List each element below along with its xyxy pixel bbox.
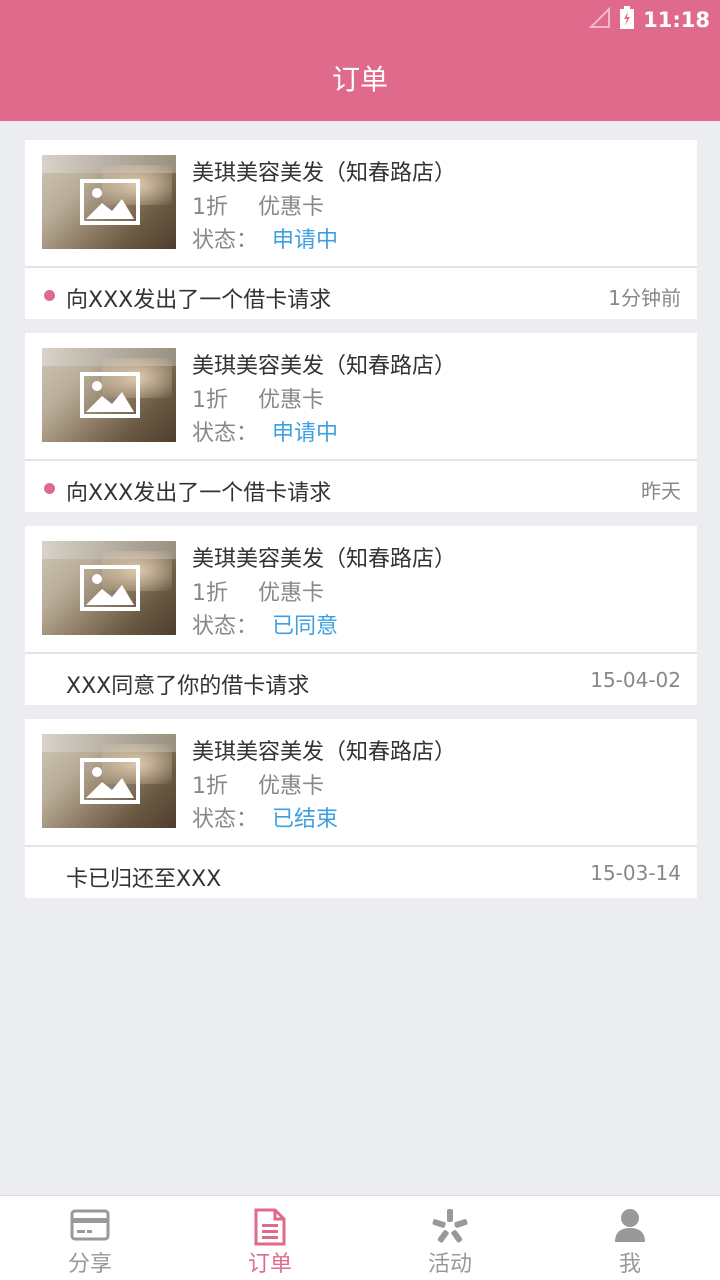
clock-time: 11:18 (643, 8, 710, 32)
order-card-message: 向XXX发出了一个借卡请求 昨天 (25, 463, 697, 512)
discount-row: 1折 优惠卡 (192, 575, 324, 607)
status-row: 状态： 申请中 (192, 222, 338, 254)
image-placeholder-icon (80, 372, 140, 418)
pinwheel-icon (432, 1209, 468, 1243)
status-label: 状态： (192, 421, 259, 446)
image-placeholder-icon (80, 179, 140, 225)
status-value: 已结束 (272, 807, 339, 832)
unread-dot (44, 483, 55, 494)
document-icon (254, 1208, 286, 1246)
tab-label: 活动 (427, 1252, 472, 1277)
order-card[interactable]: 美琪美容美发（知春路店） 1折 优惠卡 状态： 已结束 卡已归还至XXX 15-03… (25, 719, 697, 898)
shop-name: 美琪美容美发（知春路店） (192, 547, 457, 572)
shop-thumbnail (42, 734, 176, 828)
image-placeholder-icon (80, 758, 140, 804)
shop-thumbnail (42, 348, 176, 442)
status-value: 申请中 (272, 228, 339, 253)
order-card-info: 美琪美容美发（知春路店） 1折 优惠卡 状态： 已同意 (25, 526, 697, 654)
order-card-message: XXX同意了你的借卡请求 15-04-02 (25, 656, 697, 705)
message-time: 1分钟前 (608, 286, 681, 310)
order-card-info: 美琪美容美发（知春路店） 1折 优惠卡 状态： 申请中 (25, 333, 697, 461)
message-time: 15-03-14 (590, 861, 681, 885)
card-type: 优惠卡 (258, 774, 325, 799)
discount-value: 1折 (192, 581, 228, 606)
message-time: 15-04-02 (590, 668, 681, 692)
tab-activities[interactable]: 活动 (360, 1196, 540, 1280)
status-row: 状态： 申请中 (192, 415, 338, 447)
page-title: 订单 (331, 63, 388, 96)
battery-icon (619, 6, 635, 34)
status-value: 已同意 (272, 614, 339, 639)
order-card[interactable]: 美琪美容美发（知春路店） 1折 优惠卡 状态： 申请中 向XXX发出了一个借卡请求 … (25, 333, 697, 512)
unread-dot (44, 290, 55, 301)
tab-label: 订单 (247, 1252, 292, 1277)
card-type: 优惠卡 (258, 195, 325, 220)
status-row: 状态： 已同意 (192, 608, 338, 640)
person-icon (615, 1209, 645, 1242)
signal-icon (588, 6, 611, 33)
discount-row: 1折 优惠卡 (192, 382, 324, 414)
status-value: 申请中 (272, 421, 339, 446)
status-label: 状态： (192, 807, 259, 832)
app-header: 11:18 订单 (0, 0, 720, 121)
status-row: 状态： 已结束 (192, 801, 338, 833)
message-text: XXX同意了你的借卡请求 (66, 674, 310, 699)
status-bar: 11:18 (588, 6, 710, 34)
shop-name: 美琪美容美发（知春路店） (192, 161, 457, 186)
shop-thumbnail (42, 155, 176, 249)
image-placeholder-icon (80, 565, 140, 611)
status-label: 状态： (192, 614, 259, 639)
message-text: 向XXX发出了一个借卡请求 (66, 288, 332, 313)
discount-value: 1折 (192, 388, 228, 413)
order-card-info: 美琪美容美发（知春路店） 1折 优惠卡 状态： 申请中 (25, 140, 697, 268)
order-card[interactable]: 美琪美容美发（知春路店） 1折 优惠卡 状态： 已同意 XXX同意了你的借卡请求 1… (25, 526, 697, 705)
tab-label: 分享 (67, 1252, 112, 1277)
discount-value: 1折 (192, 195, 228, 220)
shop-thumbnail (42, 541, 176, 635)
tab-orders[interactable]: 订单 (180, 1196, 360, 1280)
discount-row: 1折 优惠卡 (192, 189, 324, 221)
shop-name: 美琪美容美发（知春路店） (192, 740, 457, 765)
order-card-message: 卡已归还至XXX 15-03-14 (25, 849, 697, 898)
status-label: 状态： (192, 228, 259, 253)
card-icon (70, 1209, 110, 1241)
tab-label: 我 (618, 1252, 641, 1277)
order-list: 美琪美容美发（知春路店） 1折 优惠卡 状态： 申请中 向XXX发出了一个借卡请求 … (25, 140, 697, 912)
order-card-info: 美琪美容美发（知春路店） 1折 优惠卡 状态： 已结束 (25, 719, 697, 847)
bottom-tab-bar: 分享 订单 活动 我 (0, 1195, 720, 1280)
card-type: 优惠卡 (258, 581, 325, 606)
message-time: 昨天 (641, 479, 681, 503)
order-card[interactable]: 美琪美容美发（知春路店） 1折 优惠卡 状态： 申请中 向XXX发出了一个借卡请求 … (25, 140, 697, 319)
discount-value: 1折 (192, 774, 228, 799)
order-card-message: 向XXX发出了一个借卡请求 1分钟前 (25, 270, 697, 319)
card-type: 优惠卡 (258, 388, 325, 413)
shop-name: 美琪美容美发（知春路店） (192, 354, 457, 379)
message-text: 卡已归还至XXX (66, 867, 222, 892)
tab-me[interactable]: 我 (540, 1196, 720, 1280)
message-text: 向XXX发出了一个借卡请求 (66, 481, 332, 506)
discount-row: 1折 优惠卡 (192, 768, 324, 800)
tab-share[interactable]: 分享 (0, 1196, 180, 1280)
